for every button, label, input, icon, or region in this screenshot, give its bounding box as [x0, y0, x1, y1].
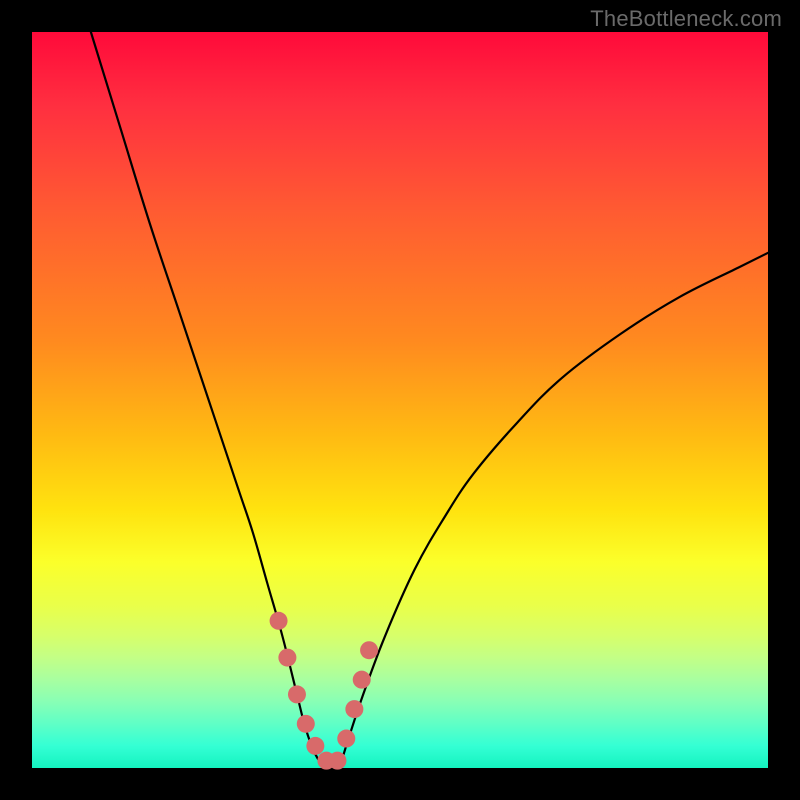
curve-svg — [32, 32, 768, 768]
highlight-dot — [306, 737, 324, 755]
highlight-dot — [345, 700, 363, 718]
watermark-label: TheBottleneck.com — [590, 6, 782, 32]
highlight-dot — [297, 715, 315, 733]
highlight-dot — [278, 649, 296, 667]
highlight-dot — [270, 612, 288, 630]
chart-frame: TheBottleneck.com — [0, 0, 800, 800]
plot-area — [32, 32, 768, 768]
highlight-dot — [328, 752, 346, 770]
highlight-dot — [360, 641, 378, 659]
bottleneck-curve-path — [91, 32, 768, 769]
highlight-dots-group — [270, 612, 379, 770]
highlight-dot — [353, 671, 371, 689]
highlight-dot — [337, 730, 355, 748]
highlight-dot — [288, 685, 306, 703]
